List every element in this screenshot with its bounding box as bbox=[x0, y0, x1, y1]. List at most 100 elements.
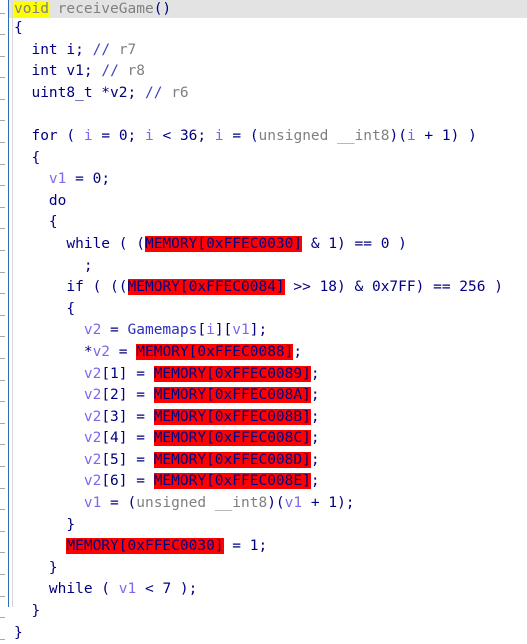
code-token: = ( bbox=[223, 127, 259, 144]
code-token: [ bbox=[101, 408, 111, 425]
local-variable: v2 bbox=[83, 451, 102, 468]
code-token: ( ( bbox=[110, 235, 145, 252]
highlighted-memory-reference[interactable]: MEMORY[0xFFEC0088] bbox=[136, 343, 294, 360]
code-token: = bbox=[101, 322, 128, 339]
local-variable: i bbox=[145, 127, 154, 144]
code-token: ; bbox=[310, 408, 320, 425]
line-9-v1-assign[interactable]: v1 = 0; bbox=[0, 169, 527, 191]
numeric-literal: 1 bbox=[441, 127, 451, 144]
code-token: ]; bbox=[249, 322, 268, 339]
code-token: = bbox=[110, 343, 137, 360]
register-comment: r8 bbox=[127, 63, 146, 80]
local-variable: v1 bbox=[232, 322, 250, 339]
code-token: ] = bbox=[118, 408, 154, 425]
code-token: * bbox=[14, 343, 93, 360]
cast-type: unsigned __int8 bbox=[258, 127, 390, 144]
line-8-open-brace[interactable]: { bbox=[0, 148, 527, 170]
code-token: ; bbox=[127, 84, 145, 101]
code-token: ) & bbox=[337, 279, 372, 296]
line-1-signature[interactable]: void receiveGame() bbox=[0, 0, 527, 18]
code-token: ; bbox=[310, 430, 320, 447]
line-5-decl-v2[interactable]: uint8_t *v2; // r6 bbox=[0, 83, 527, 105]
line-21-v2-4[interactable]: v2[4] = MEMORY[0xFFEC008C]; bbox=[0, 428, 527, 450]
pseudocode-window[interactable]: void receiveGame() { int i; // r7 int v1;… bbox=[0, 0, 527, 641]
line-24-v1-inc[interactable]: v1 = (unsigned __int8)(v1 + 1); bbox=[0, 493, 527, 515]
code-token: ; bbox=[14, 257, 93, 274]
code-token: ; bbox=[310, 473, 320, 490]
code-token: ] = bbox=[118, 365, 154, 382]
code-token: { bbox=[14, 214, 58, 231]
local-variable: v1 bbox=[118, 581, 137, 598]
numeric-literal: 36 bbox=[179, 127, 198, 144]
line-11-open-brace[interactable]: { bbox=[0, 212, 527, 234]
code-token: ] = bbox=[118, 430, 154, 447]
local-variable: v2 bbox=[83, 473, 102, 490]
global-symbol: Gamemaps bbox=[127, 322, 198, 339]
line-4-decl-v1[interactable]: int v1; // r8 bbox=[0, 61, 527, 83]
code-token: { bbox=[14, 20, 23, 36]
highlighted-memory-reference[interactable]: MEMORY[0xFFEC008B] bbox=[153, 408, 311, 425]
code-token: ; bbox=[83, 63, 102, 80]
line-17-deref-v2[interactable]: *v2 = MEMORY[0xFFEC0088]; bbox=[0, 342, 527, 364]
local-variable: v2 bbox=[83, 322, 102, 339]
highlighted-memory-reference[interactable]: MEMORY[0xFFEC0030] bbox=[66, 538, 224, 555]
code-token: ; bbox=[127, 127, 146, 144]
line-3-decl-i[interactable]: int i; // r7 bbox=[0, 40, 527, 62]
line-12-while-poll[interactable]: while ( (MEMORY[0xFFEC0030] & 1) == 0 ) bbox=[0, 234, 527, 256]
line-30-close-brace[interactable]: } bbox=[0, 623, 527, 644]
keyword: i bbox=[66, 41, 76, 58]
code-token: ( (( bbox=[83, 279, 128, 296]
cast-type: unsigned __int8 bbox=[136, 495, 268, 512]
code-token: } bbox=[14, 603, 41, 620]
register-comment: r7 bbox=[118, 41, 137, 58]
code-token: [ bbox=[101, 451, 111, 468]
line-27-close-brace[interactable]: } bbox=[0, 558, 527, 580]
code-token: [ bbox=[101, 430, 111, 447]
highlighted-memory-reference[interactable]: MEMORY[0xFFEC008E] bbox=[153, 473, 311, 490]
line-20-v2-3[interactable]: v2[3] = MEMORY[0xFFEC008B]; bbox=[0, 407, 527, 429]
line-18-v2-1[interactable]: v2[1] = MEMORY[0xFFEC0089]; bbox=[0, 364, 527, 386]
line-10-do[interactable]: do bbox=[0, 191, 527, 213]
code-token: ; bbox=[197, 127, 215, 144]
line-19-v2-2[interactable]: v2[2] = MEMORY[0xFFEC008A]; bbox=[0, 385, 527, 407]
local-variable: i bbox=[406, 127, 416, 144]
code-token: } bbox=[14, 516, 76, 533]
highlighted-memory-reference[interactable]: MEMORY[0xFFEC008C] bbox=[153, 430, 311, 447]
highlighted-keyword[interactable]: void bbox=[14, 1, 49, 17]
line-23-v2-6[interactable]: v2[6] = MEMORY[0xFFEC008E]; bbox=[0, 471, 527, 493]
line-26-ack-write[interactable]: MEMORY[0xFFEC0030] = 1; bbox=[0, 536, 527, 558]
line-16-v2-gamemaps[interactable]: v2 = Gamemaps[i][v1]; bbox=[0, 320, 527, 342]
line-22-v2-5[interactable]: v2[5] = MEMORY[0xFFEC008D]; bbox=[0, 450, 527, 472]
highlighted-memory-reference[interactable]: MEMORY[0xFFEC008D] bbox=[153, 451, 311, 468]
line-29-close-brace[interactable]: } bbox=[0, 601, 527, 623]
numeric-literal: 4 bbox=[110, 430, 119, 447]
numeric-literal: 0 bbox=[118, 127, 128, 144]
keyword: int bbox=[31, 63, 58, 80]
keyword: v2 bbox=[110, 84, 128, 101]
highlighted-memory-reference[interactable]: MEMORY[0xFFEC008A] bbox=[153, 387, 311, 404]
register-comment: r6 bbox=[171, 84, 189, 101]
code-lines-container[interactable]: void receiveGame() { int i; // r7 int v1;… bbox=[0, 0, 527, 644]
local-variable: v2 bbox=[83, 430, 102, 447]
line-13-empty-statement[interactable]: ; bbox=[0, 256, 527, 278]
code-token: { bbox=[14, 149, 41, 166]
code-token: )( bbox=[389, 127, 407, 144]
highlighted-memory-reference[interactable]: MEMORY[0xFFEC0084] bbox=[127, 279, 285, 296]
highlighted-memory-reference[interactable]: MEMORY[0xFFEC0089] bbox=[153, 365, 311, 382]
code-token: = bbox=[92, 127, 119, 144]
line-14-if-check[interactable]: if ( ((MEMORY[0xFFEC0084] >> 18) & 0x7FF… bbox=[0, 277, 527, 299]
line-2-open-brace[interactable]: { bbox=[0, 18, 527, 40]
line-7-for[interactable]: for ( i = 0; i < 36; i = (unsigned __int… bbox=[0, 126, 527, 148]
line-25-close-brace[interactable]: } bbox=[0, 515, 527, 537]
line-6-blank[interactable] bbox=[0, 104, 527, 126]
line-15-open-brace[interactable]: { bbox=[0, 299, 527, 321]
line-28-while-tail[interactable]: while ( v1 < 7 ); bbox=[0, 579, 527, 601]
highlighted-memory-reference[interactable]: MEMORY[0xFFEC0030] bbox=[144, 235, 303, 252]
code-token: ; bbox=[310, 451, 320, 468]
local-variable: i bbox=[206, 322, 215, 339]
